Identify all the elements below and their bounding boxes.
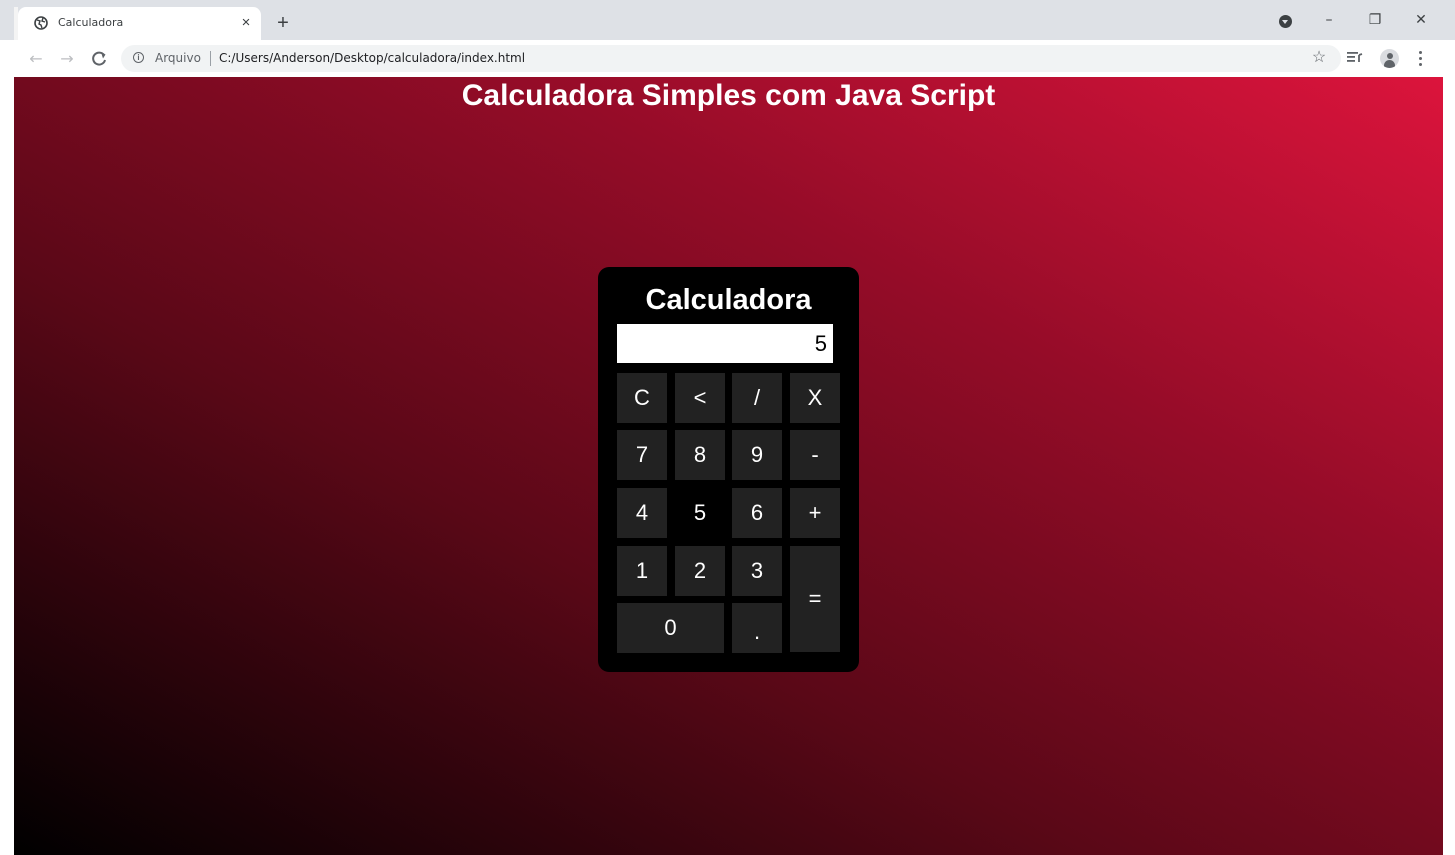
globe-icon [34, 16, 48, 30]
backspace-button[interactable]: < [675, 373, 725, 423]
restore-button[interactable]: ❐ [1352, 0, 1398, 40]
digit-5-button[interactable]: 5 [675, 488, 725, 538]
back-button[interactable]: ← [25, 48, 47, 70]
info-icon[interactable]: i [133, 52, 144, 63]
close-tab-icon[interactable]: × [237, 14, 255, 32]
digit-0-button[interactable]: 0 [617, 603, 724, 653]
digit-8-button[interactable]: 8 [675, 430, 725, 480]
forward-button[interactable]: → [56, 48, 78, 70]
calculator-title: Calculadora [645, 284, 812, 316]
security-label[interactable]: Arquivo [155, 51, 201, 65]
decimal-button[interactable]: . [732, 603, 782, 653]
profile-avatar-icon[interactable] [1380, 49, 1399, 68]
multiply-button[interactable]: X [790, 373, 840, 423]
tab-search-icon[interactable] [1279, 15, 1292, 28]
digit-2-button[interactable]: 2 [675, 546, 725, 596]
tab-strip: Calculadora × + – ❐ ✕ [0, 0, 1455, 40]
omnibox-divider [210, 51, 211, 66]
digit-6-button[interactable]: 6 [732, 488, 782, 538]
digit-4-button[interactable]: 4 [617, 488, 667, 538]
digit-7-button[interactable]: 7 [617, 430, 667, 480]
digit-1-button[interactable]: 1 [617, 546, 667, 596]
browser-toolbar: ← → i Arquivo C:/Users/Anderson/Desktop/… [0, 40, 1455, 77]
plus-button[interactable]: + [790, 488, 840, 538]
close-window-button[interactable]: ✕ [1398, 0, 1444, 40]
tab-calculadora[interactable]: Calculadora × [18, 7, 261, 40]
page-title: Calculadora Simples com Java Script [461, 79, 996, 112]
divide-button[interactable]: / [732, 373, 782, 423]
reading-list-icon[interactable] [1346, 48, 1364, 66]
calculator-display[interactable]: 5 [617, 324, 833, 363]
digit-9-button[interactable]: 9 [732, 430, 782, 480]
calculator-panel: Calculadora 5 C < / X 7 8 9 - 4 5 6 + 1 … [598, 267, 859, 672]
avatar-body [1384, 60, 1395, 68]
new-tab-button[interactable]: + [272, 12, 294, 34]
url-text[interactable]: C:/Users/Anderson/Desktop/calculadora/in… [219, 51, 525, 65]
page-viewport: Calculadora Simples com Java Script Calc… [14, 77, 1443, 855]
clear-button[interactable]: C [617, 373, 667, 423]
equals-button[interactable]: = [790, 546, 840, 652]
reload-icon[interactable] [88, 48, 110, 70]
digit-3-button[interactable]: 3 [732, 546, 782, 596]
address-bar[interactable]: i Arquivo C:/Users/Anderson/Desktop/calc… [121, 45, 1341, 72]
avatar-head [1386, 52, 1393, 59]
bookmark-star-icon[interactable]: ☆ [1309, 48, 1329, 68]
browser-window: Calculadora × + – ❐ ✕ ← → i Arquivo C:/U… [0, 0, 1455, 855]
kebab-menu-icon[interactable] [1412, 48, 1430, 68]
minimize-button[interactable]: – [1306, 0, 1352, 40]
tab-title: Calculadora [58, 16, 124, 29]
minus-button[interactable]: - [790, 430, 840, 480]
